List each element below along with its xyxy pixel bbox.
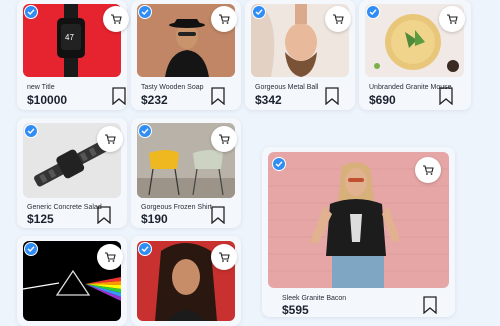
bookmark-button[interactable]: [211, 206, 225, 224]
product-title: Tasty Wooden Soap: [141, 84, 204, 91]
cart-icon: [423, 165, 434, 175]
add-to-cart-button[interactable]: [97, 126, 123, 152]
product-card[interactable]: Gorgeous Frozen Shirt $190: [131, 118, 241, 228]
add-to-cart-button[interactable]: [415, 157, 441, 183]
product-price: $190: [141, 212, 168, 226]
verified-check-icon: [252, 5, 266, 19]
cart-icon: [219, 252, 230, 262]
cart-icon: [219, 14, 230, 24]
bookmark-button[interactable]: [211, 87, 225, 105]
verified-check-icon: [138, 242, 152, 256]
add-to-cart-button[interactable]: [325, 6, 351, 32]
product-title: Sleek Granite Bacon: [282, 295, 347, 302]
product-card[interactable]: Generic Concrete Salad $125: [17, 118, 127, 228]
verified-check-icon: [138, 124, 152, 138]
cart-icon: [333, 14, 344, 24]
verified-check-icon: [24, 5, 38, 19]
product-card[interactable]: 47 new Title $10000: [17, 0, 129, 110]
bookmark-icon: [211, 87, 225, 105]
cart-icon: [447, 14, 458, 24]
product-card[interactable]: Gorgeous Metal Ball $342: [245, 0, 355, 110]
bookmark-button[interactable]: [112, 87, 126, 105]
add-to-cart-button[interactable]: [97, 244, 123, 270]
bookmark-icon: [97, 206, 111, 224]
cart-icon: [105, 252, 116, 262]
product-title: Generic Concrete Salad: [27, 204, 102, 211]
bookmark-button[interactable]: [325, 87, 339, 105]
product-title: new Title: [27, 84, 55, 91]
bookmark-button[interactable]: [423, 296, 437, 314]
bookmark-icon: [423, 296, 437, 314]
add-to-cart-button[interactable]: [211, 126, 237, 152]
product-card[interactable]: Tasty Wooden Soap $232: [131, 0, 241, 110]
cart-icon: [111, 14, 122, 24]
verified-check-icon: [24, 242, 38, 256]
product-title: Gorgeous Frozen Shirt: [141, 204, 212, 211]
add-to-cart-button[interactable]: [103, 6, 129, 32]
product-price: $342: [255, 93, 282, 107]
bookmark-icon: [211, 206, 225, 224]
bookmark-icon: [439, 87, 453, 105]
bookmark-button[interactable]: [439, 87, 453, 105]
bookmark-button[interactable]: [97, 206, 111, 224]
product-price: $690: [369, 93, 396, 107]
product-card[interactable]: Sleek Granite Bacon $595: [262, 147, 455, 317]
add-to-cart-button[interactable]: [211, 244, 237, 270]
verified-check-icon: [24, 124, 38, 138]
add-to-cart-button[interactable]: [439, 6, 465, 32]
bookmark-icon: [112, 87, 126, 105]
bookmark-icon: [325, 87, 339, 105]
svg-text:47: 47: [65, 33, 74, 42]
product-price: $232: [141, 93, 168, 107]
add-to-cart-button[interactable]: [211, 6, 237, 32]
verified-check-icon: [138, 5, 152, 19]
product-card[interactable]: Unbranded Granite Mouse $690: [359, 0, 471, 110]
cart-icon: [105, 134, 116, 144]
product-price: $125: [27, 212, 54, 226]
verified-check-icon: [272, 157, 286, 171]
verified-check-icon: [366, 5, 380, 19]
cart-icon: [219, 134, 230, 144]
product-price: $595: [282, 303, 309, 317]
product-price: $10000: [27, 93, 68, 107]
product-title: Gorgeous Metal Ball: [255, 84, 319, 91]
